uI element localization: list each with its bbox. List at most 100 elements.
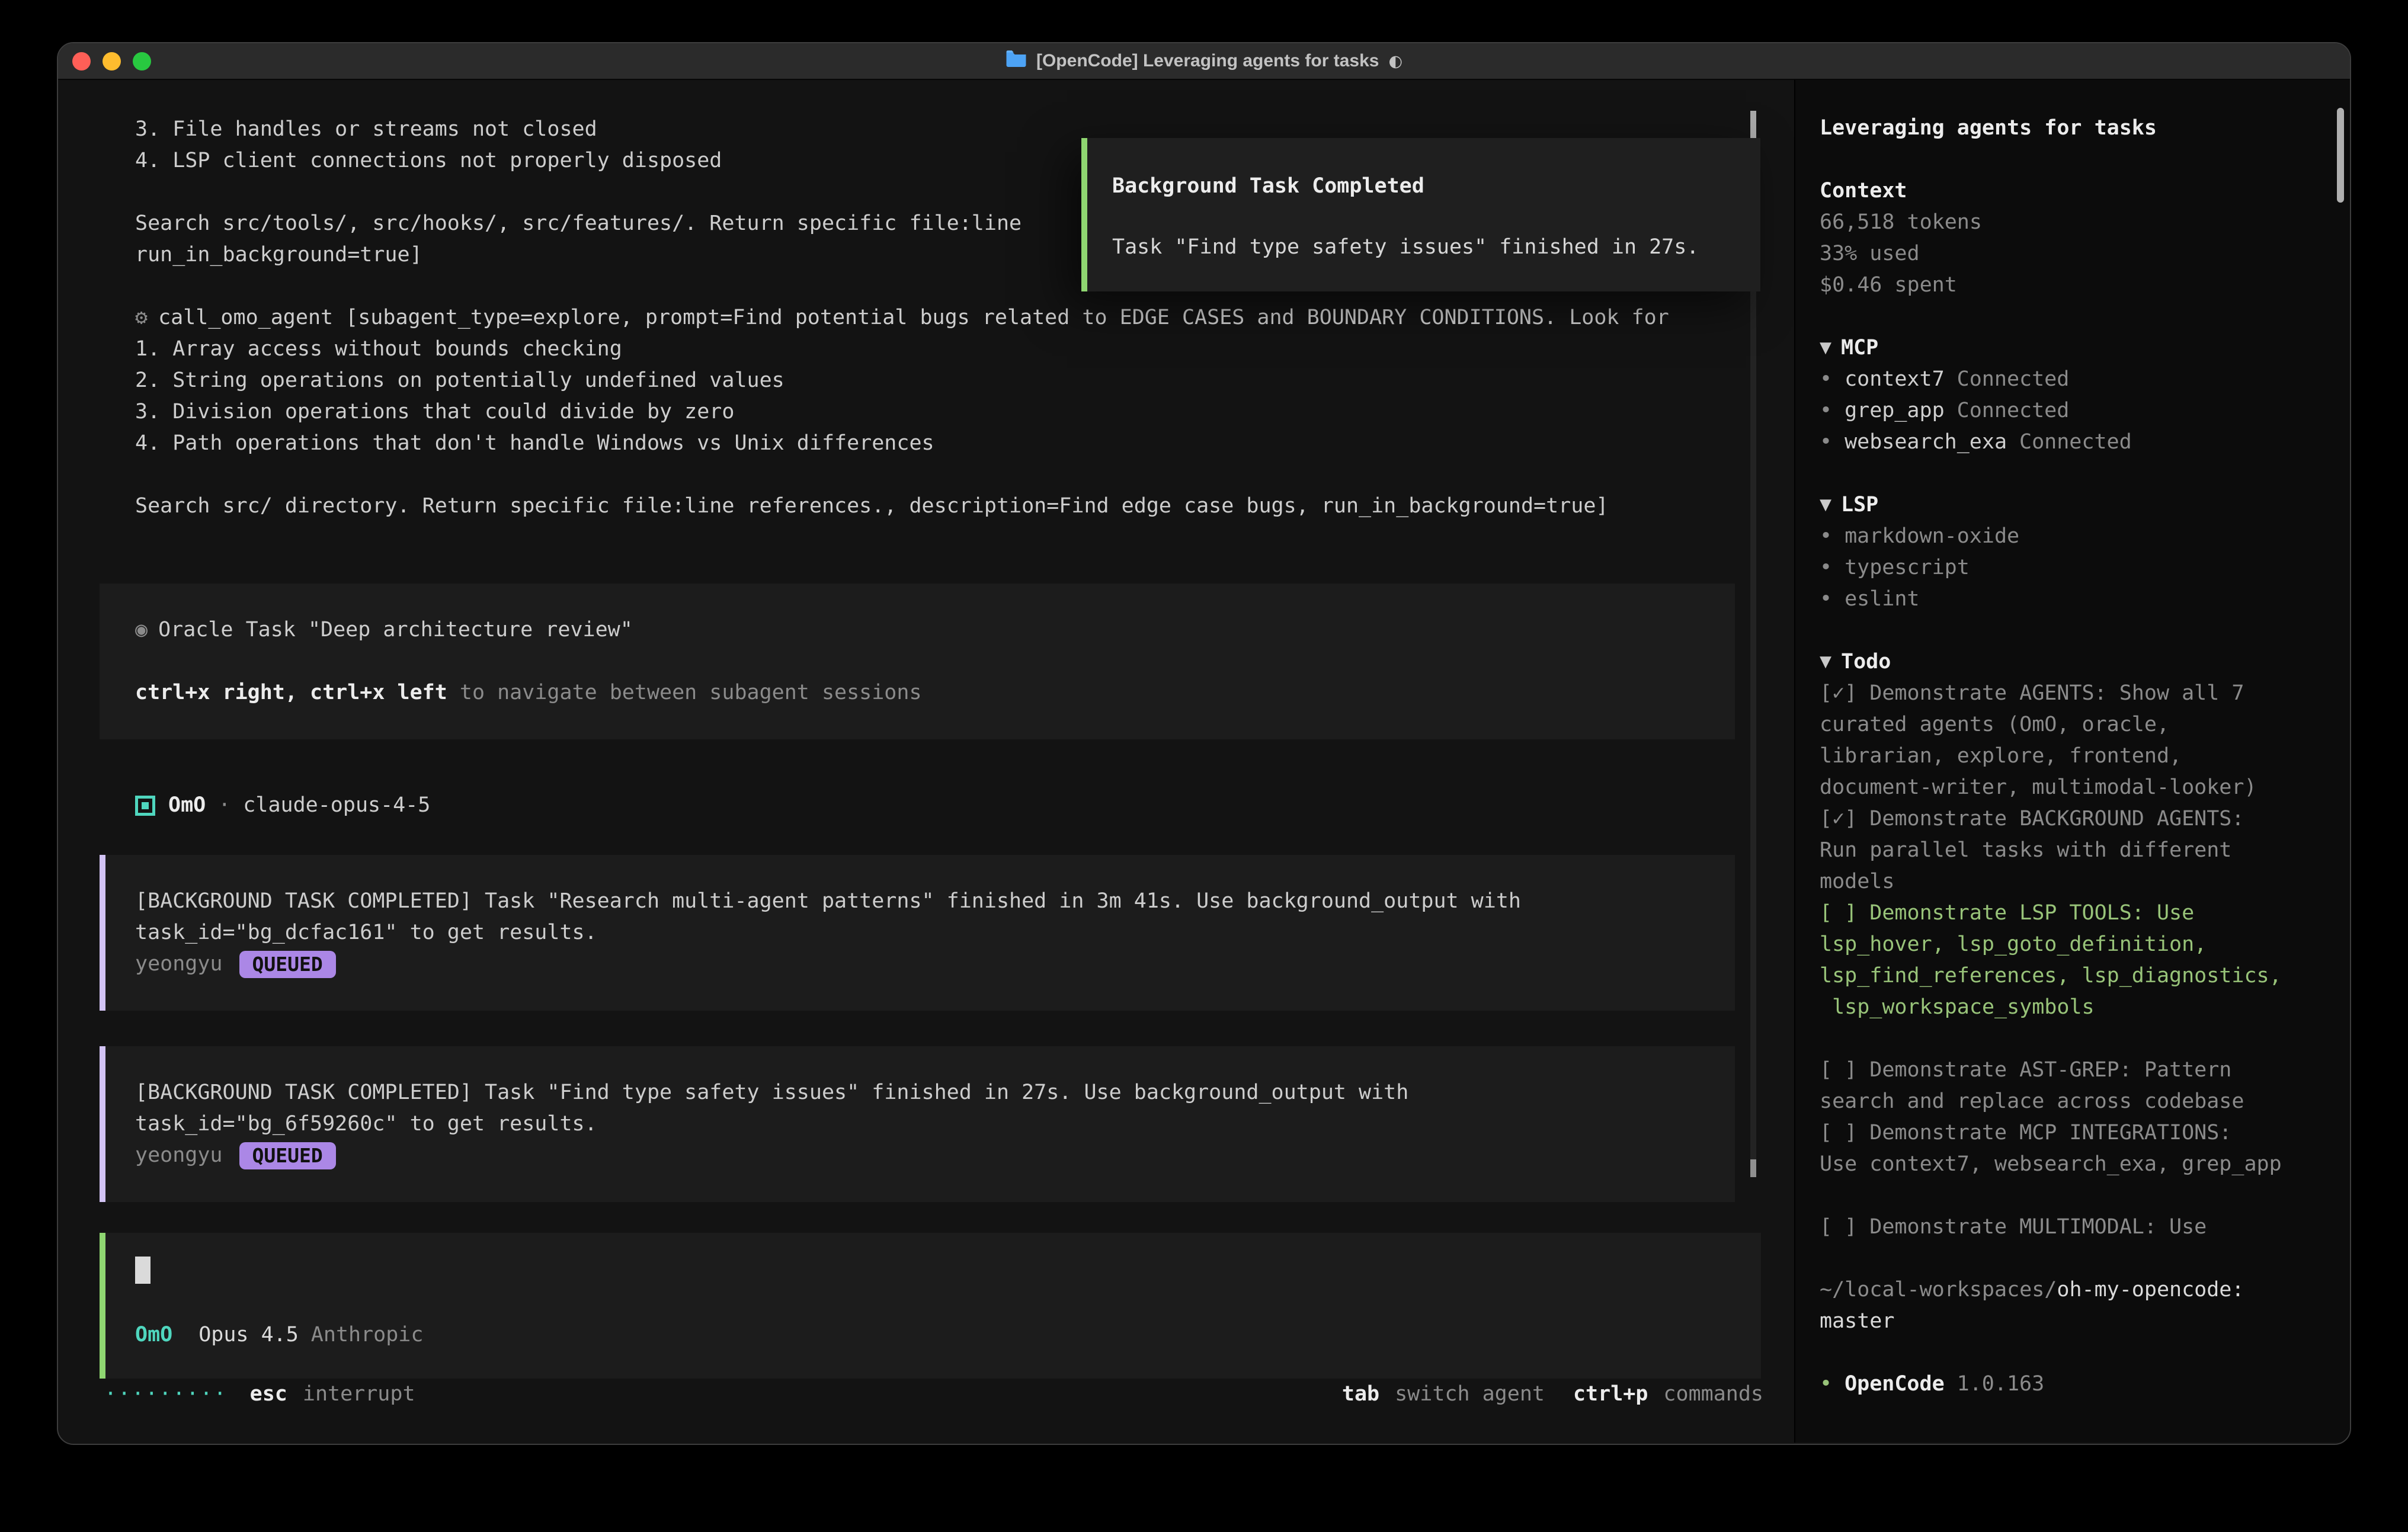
- tool-call-block: ⚙ call_omo_agent [subagent_type=explore, …: [58, 302, 1794, 522]
- key-ctrlp: ctrl+p: [1573, 1379, 1648, 1410]
- tool-call-header: ⚙ call_omo_agent [subagent_type=explore, …: [135, 302, 1794, 334]
- task-meta: yeongyu QUEUED: [135, 948, 1699, 980]
- titlebar[interactable]: [OpenCode] Leveraging agents for tasks ◐: [58, 43, 2350, 80]
- task-message-line2: task_id="bg_6f59260c" to get results.: [135, 1108, 1699, 1140]
- record-icon: ◉: [135, 618, 148, 642]
- background-task-panel: [BACKGROUND TASK COMPLETED] Task "Resear…: [100, 855, 1735, 1011]
- terminal-line: 1. Array access without bounds checking: [135, 334, 1794, 365]
- prompt-input[interactable]: OmO Opus 4.5 Anthropic: [100, 1233, 1761, 1379]
- minimize-button[interactable]: [103, 52, 121, 70]
- status-badge: QUEUED: [239, 951, 336, 978]
- task-message-line1: [BACKGROUND TASK COMPLETED] Task "Resear…: [135, 886, 1699, 917]
- traffic-lights: [72, 43, 151, 79]
- todo-item-active: [ ] Demonstrate LSP TOOLS: Use lsp_hover…: [1820, 898, 2326, 1023]
- statusbar: ········· esc interrupt tab switch agent…: [58, 1379, 1794, 1443]
- app-name: OpenCode: [1845, 1368, 1945, 1400]
- window-title: [OpenCode] Leveraging agents for tasks ◐: [1006, 50, 1402, 72]
- statusbar-right: tab switch agent ctrl+p commands: [1342, 1379, 1763, 1410]
- todo-item-done: [✓] Demonstrate BACKGROUND AGENTS: Run p…: [1820, 803, 2326, 898]
- chevron-down-icon: ▼: [1820, 646, 1831, 678]
- zoom-button[interactable]: [133, 52, 151, 70]
- oracle-task-panel: ◉Oracle Task "Deep architecture review" …: [100, 584, 1735, 739]
- key-esc: esc: [250, 1379, 287, 1410]
- terminal-window: [OpenCode] Leveraging agents for tasks ◐…: [58, 43, 2350, 1444]
- todo-list: [✓] Demonstrate AGENTS: Show all 7 curat…: [1820, 678, 2326, 1243]
- mcp-toggle[interactable]: ▼ MCP: [1820, 332, 2326, 364]
- task-user: yeongyu: [135, 1140, 223, 1171]
- sidebar-scrollbar[interactable]: [2337, 108, 2344, 203]
- workspace-branch: master: [1820, 1306, 2326, 1337]
- terminal-line: 2. String operations on potentially unde…: [135, 365, 1794, 396]
- input-agent-name: OmO: [135, 1319, 172, 1351]
- text-cursor: [135, 1257, 150, 1284]
- todo-toggle[interactable]: ▼ Todo: [1820, 646, 2326, 678]
- toast-title: Background Task Completed: [1112, 171, 1737, 202]
- oracle-hint-line: ctrl+x right, ctrl+x left to navigate be…: [135, 677, 1699, 709]
- status-badge: QUEUED: [239, 1142, 336, 1169]
- toast-body: Task "Find type safety issues" finished …: [1112, 232, 1737, 263]
- bullet-icon: •: [1820, 521, 1832, 552]
- lsp-toggle[interactable]: ▼ LSP: [1820, 489, 2326, 521]
- progress-dots: ·········: [104, 1379, 228, 1410]
- workspace-repo: oh-my-opencode:: [2057, 1278, 2244, 1302]
- mcp-status: Connected: [1957, 364, 2070, 395]
- terminal-line: 3. Division operations that could divide…: [135, 396, 1794, 428]
- workspace-path: ~/local-workspaces/: [1820, 1278, 2057, 1302]
- key-tab: tab: [1342, 1379, 1379, 1410]
- statusbar-left: ········· esc interrupt: [104, 1379, 415, 1410]
- agent-model: claude-opus-4-5: [243, 790, 430, 821]
- todo-item-pending: [ ] Demonstrate AST-GREP: Pattern search…: [1820, 1055, 2326, 1117]
- mcp-status: Connected: [1957, 395, 2070, 427]
- task-message-line1: [BACKGROUND TASK COMPLETED] Task "Find t…: [135, 1077, 1699, 1108]
- conversation-pane: 3. File handles or streams not closed 4.…: [58, 80, 1794, 1443]
- workspace-path-line: ~/local-workspaces/oh-my-opencode:: [1820, 1274, 2326, 1306]
- bullet-icon: •: [1820, 364, 1832, 395]
- input-model-name: Opus 4.5: [198, 1319, 299, 1351]
- task-message-line2: task_id="bg_dcfac161" to get results.: [135, 917, 1699, 948]
- sidebar: Leveraging agents for tasks Context 66,5…: [1794, 80, 2350, 1443]
- lsp-section: ▼ LSP •markdown-oxide • typescript •eslin…: [1820, 489, 2326, 615]
- task-meta: yeongyu QUEUED: [135, 1140, 1699, 1171]
- todo-item-pending: [ ] Demonstrate MULTIMODAL: Use: [1820, 1212, 2326, 1243]
- context-tokens: 66,518 tokens: [1820, 207, 2326, 238]
- hint-text: to navigate between subagent sessions: [447, 681, 922, 704]
- lsp-item: •eslint: [1820, 584, 2326, 615]
- task-user: yeongyu: [135, 948, 223, 980]
- app-version: 1.0.163: [1957, 1368, 2045, 1400]
- agent-header: OmO · claude-opus-4-5: [135, 790, 1794, 821]
- tool-call-text: call_omo_agent [subagent_type=explore, p…: [158, 306, 1669, 329]
- todo-item-done: [✓] Demonstrate AGENTS: Show all 7 curat…: [1820, 678, 2326, 803]
- mcp-item: •websearch_exaConnected: [1820, 427, 2326, 458]
- terminal-line: [135, 459, 1794, 491]
- bullet-icon: •: [1820, 1368, 1832, 1400]
- workspace-section: ~/local-workspaces/oh-my-opencode: maste…: [1820, 1274, 2326, 1337]
- bullet-icon: •: [1820, 395, 1832, 427]
- context-spent: $0.46 spent: [1820, 270, 2326, 301]
- model-line: OmO Opus 4.5 Anthropic: [135, 1319, 1725, 1351]
- mcp-name: websearch_exa: [1845, 427, 2007, 458]
- agent-icon: [135, 796, 155, 816]
- todo-item-pending: [ ] Demonstrate MCP INTEGRATIONS: Use co…: [1820, 1117, 2326, 1180]
- gear-icon: ⚙: [135, 306, 148, 329]
- mcp-item: •context7Connected: [1820, 364, 2326, 395]
- scrollbar-thumb[interactable]: [1750, 1159, 1756, 1177]
- session-state-icon: ◐: [1388, 52, 1402, 70]
- session-title: Leveraging agents for tasks: [1820, 113, 2326, 144]
- key-tab-label: switch agent: [1395, 1379, 1545, 1410]
- lsp-item: •markdown-oxide: [1820, 521, 2326, 552]
- lsp-heading: LSP: [1841, 489, 1878, 521]
- chevron-down-icon: ▼: [1820, 489, 1831, 521]
- context-used: 33% used: [1820, 238, 2326, 270]
- close-button[interactable]: [72, 52, 91, 70]
- lsp-name: typescript: [1845, 552, 1970, 584]
- bullet-icon: •: [1820, 427, 1832, 458]
- key-esc-label: interrupt: [303, 1379, 415, 1410]
- agent-name: OmO: [168, 790, 206, 821]
- window-title-text: [OpenCode] Leveraging agents for tasks: [1036, 51, 1379, 71]
- notification-toast[interactable]: Background Task Completed Task "Find typ…: [1081, 138, 1760, 291]
- mcp-heading: MCP: [1841, 332, 1878, 364]
- input-provider-name: Anthropic: [311, 1319, 424, 1351]
- terminal-line: Search src/ directory. Return specific f…: [135, 491, 1794, 522]
- mcp-item: •grep_appConnected: [1820, 395, 2326, 427]
- bullet-icon: •: [1820, 552, 1832, 584]
